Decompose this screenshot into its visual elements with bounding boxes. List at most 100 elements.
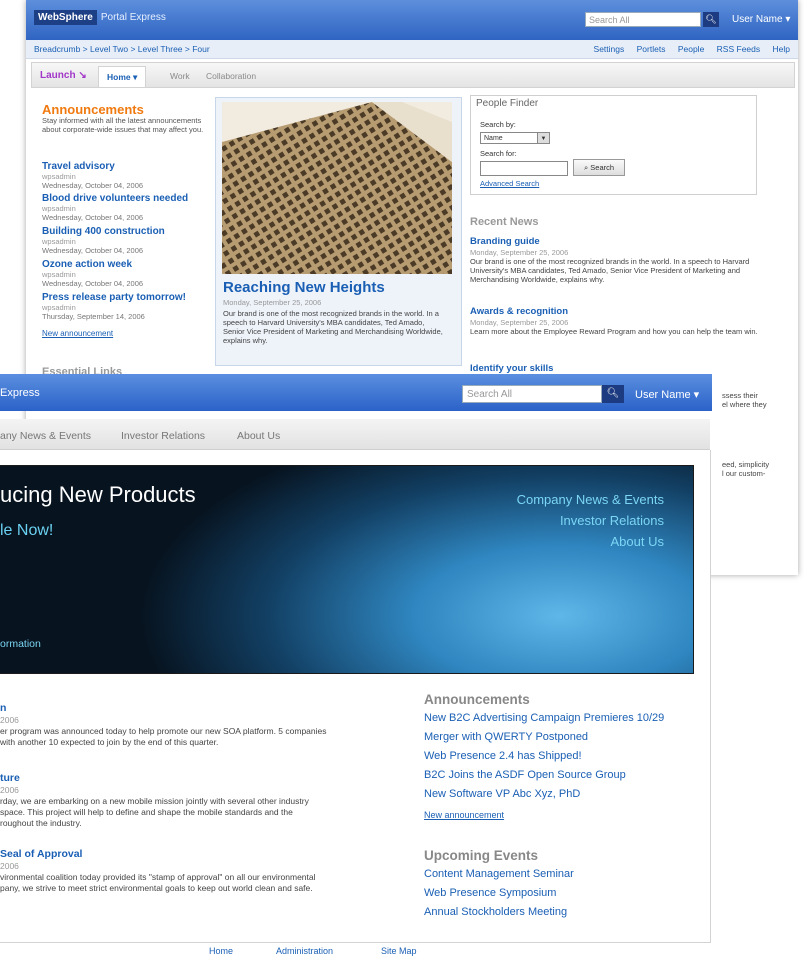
hero-subtitle[interactable]: le Now! — [0, 522, 53, 540]
news-body: Our brand is one of the most recognized … — [470, 257, 750, 284]
front-user-menu[interactable]: User Name ▾ — [635, 388, 699, 401]
news-title[interactable]: Branding guide — [470, 236, 770, 248]
nav-about-us[interactable]: About Us — [237, 430, 280, 442]
announcement-link[interactable]: Merger with QWERTY Postponed — [424, 731, 588, 743]
announcement-date: Wednesday, October 04, 2006 — [42, 213, 144, 222]
back-utility-links: Settings Portlets People RSS Feeds Help — [584, 44, 790, 54]
announcement-link[interactable]: Web Presence 2.4 has Shipped! — [424, 750, 582, 762]
back-util-rss[interactable]: RSS Feeds — [717, 44, 760, 54]
back-search-input[interactable]: Search All — [585, 12, 701, 27]
front-nav-bar — [0, 419, 710, 450]
back-text-fragment: el where they — [722, 400, 767, 409]
back-tab-collaboration[interactable]: Collaboration — [206, 66, 256, 86]
back-launch-button[interactable]: Launch ↘ — [40, 70, 87, 81]
announcement-date: Wednesday, October 04, 2006 — [42, 181, 144, 190]
advanced-search-link[interactable]: Advanced Search — [480, 179, 539, 188]
back-brand-logo: WebSphere Portal Express — [34, 10, 166, 25]
back-text-fragment: eed, simplicity — [722, 460, 770, 469]
search-by-select[interactable]: Name ▼ — [480, 132, 550, 144]
announcement-link[interactable]: New B2C Advertising Campaign Premieres 1… — [424, 712, 664, 724]
search-by-label: Search by: — [480, 120, 516, 129]
front-search-input[interactable]: Search All — [462, 385, 602, 403]
back-util-people[interactable]: People — [678, 44, 704, 54]
search-by-value: Name — [484, 135, 503, 142]
back-text-fragment: l our custom- — [722, 469, 766, 478]
footer-administration-link[interactable]: Administration — [276, 946, 333, 956]
story-item[interactable]: n 2006 er program was announced today to… — [0, 702, 400, 748]
story-item[interactable]: ture 2006 rday, we are embarking on a ne… — [0, 772, 400, 829]
footer-home-link[interactable]: Home — [209, 946, 233, 956]
chevron-down-icon: ▼ — [537, 133, 549, 143]
back-announcements-desc: Stay informed with all the latest announ… — [42, 116, 204, 134]
front-announcements-title: Announcements — [424, 692, 530, 707]
news-date: Monday, September 25, 2006 — [470, 318, 569, 327]
building-photo — [222, 102, 452, 274]
back-feature-body: Our brand is one of the most recognized … — [223, 309, 443, 345]
back-announcement-item[interactable]: Travel advisory wpsadmin Wednesday, Octo… — [42, 161, 217, 190]
hero-more-info-link[interactable]: ormation — [0, 638, 41, 650]
back-util-help[interactable]: Help — [773, 44, 790, 54]
hero-link-investor-relations[interactable]: Investor Relations — [560, 513, 664, 528]
back-tab-home[interactable]: Home ▾ — [98, 66, 147, 87]
back-announcement-item[interactable]: Press release party tomorrow! wpsadmin T… — [42, 292, 217, 321]
story-title[interactable]: Seal of Approval — [0, 848, 400, 861]
upcoming-events-title: Upcoming Events — [424, 848, 539, 863]
nav-company-news[interactable]: any News & Events — [0, 430, 91, 442]
back-tab-work[interactable]: Work — [170, 66, 190, 86]
story-body-line: pany, we strive to meet strict environme… — [0, 883, 313, 893]
back-text-fragment: ssess their — [722, 391, 758, 400]
back-breadcrumb[interactable]: Breadcrumb > Level Two > Level Three > F… — [34, 44, 210, 54]
announcement-author: wpsadmin — [42, 270, 76, 279]
story-date: 2006 — [0, 715, 19, 725]
back-announcement-item[interactable]: Building 400 construction wpsadmin Wedne… — [42, 226, 217, 255]
story-body-line: vironmental coalition today provided its… — [0, 872, 316, 882]
news-item[interactable]: Awards & recognition Monday, September 2… — [470, 306, 770, 336]
announcement-date: Thursday, September 14, 2006 — [42, 312, 145, 321]
search-for-input[interactable] — [480, 161, 568, 176]
story-title[interactable]: n — [0, 702, 400, 715]
back-search-icon[interactable]: 🔍︎ — [703, 12, 719, 27]
back-feature-title[interactable]: Reaching New Heights — [223, 279, 385, 296]
back-announcement-item[interactable]: Ozone action week wpsadmin Wednesday, Oc… — [42, 259, 217, 288]
story-body-line: er program was announced today to help p… — [0, 726, 327, 736]
story-title[interactable]: ture — [0, 772, 400, 785]
back-util-portlets[interactable]: Portlets — [637, 44, 666, 54]
event-link[interactable]: Annual Stockholders Meeting — [424, 906, 567, 918]
story-item[interactable]: Seal of Approval 2006 vironmental coalit… — [0, 848, 400, 894]
back-announcement-item[interactable]: Blood drive volunteers needed wpsadmin W… — [42, 193, 217, 222]
back-announcements-title: Announcements — [42, 102, 144, 117]
back-new-announcement-link[interactable]: New announcement — [42, 329, 113, 338]
back-util-settings[interactable]: Settings — [594, 44, 625, 54]
announcement-link[interactable]: B2C Joins the ASDF Open Source Group — [424, 769, 626, 781]
story-body-line: rday, we are embarking on a new mobile m… — [0, 796, 309, 806]
event-link[interactable]: Web Presence Symposium — [424, 887, 556, 899]
hero-title: ucing New Products — [0, 482, 196, 507]
front-brand: Express — [0, 387, 40, 399]
front-new-announcement-link[interactable]: New announcement — [424, 810, 504, 820]
story-body-line: with another 10 expected to join by the … — [0, 737, 219, 747]
back-people-finder-title: People Finder — [476, 98, 539, 109]
front-search-icon[interactable]: 🔍︎ — [602, 385, 624, 403]
back-recent-news-title: Recent News — [470, 216, 539, 228]
news-date: Monday, September 25, 2006 — [470, 248, 569, 257]
back-feature-date: Monday, September 25, 2006 — [223, 298, 322, 307]
magnifier-icon: ⌕ — [583, 163, 589, 172]
news-item[interactable]: Branding guide Monday, September 25, 200… — [470, 236, 770, 284]
announcement-author: wpsadmin — [42, 204, 76, 213]
footer-site-map-link[interactable]: Site Map — [381, 946, 417, 956]
back-user-menu[interactable]: User Name ▾ — [732, 14, 790, 25]
story-date: 2006 — [0, 861, 19, 871]
event-link[interactable]: Content Management Seminar — [424, 868, 574, 880]
people-search-label: Search — [590, 163, 615, 172]
news-title[interactable]: Awards & recognition — [470, 306, 770, 318]
hero-link-about-us[interactable]: About Us — [611, 534, 664, 549]
front-portal-window: Express Search All 🔍︎ User Name ▾ any Ne… — [0, 374, 712, 960]
search-for-label: Search for: — [480, 149, 517, 158]
announcement-link[interactable]: New Software VP Abc Xyz, PhD — [424, 788, 580, 800]
people-search-button[interactable]: ⌕ Search — [573, 159, 625, 176]
story-date: 2006 — [0, 785, 19, 795]
nav-investor-relations[interactable]: Investor Relations — [121, 430, 205, 442]
hero-link-company-news[interactable]: Company News & Events — [517, 492, 664, 507]
announcement-author: wpsadmin — [42, 303, 76, 312]
story-body-line: roughout the industry. — [0, 818, 82, 828]
